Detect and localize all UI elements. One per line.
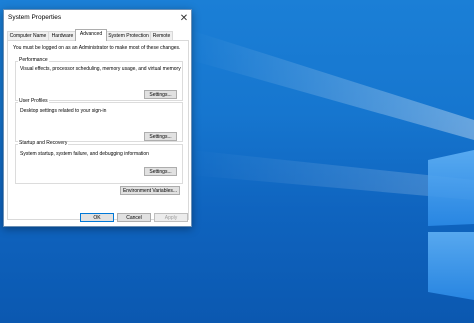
startup-recovery-description: System startup, system failure, and debu… — [20, 151, 149, 157]
performance-group: Performance Visual effects, processor sc… — [15, 57, 183, 101]
system-properties-dialog: System Properties ✕ Computer Name Hardwa… — [3, 9, 192, 227]
window-title: System Properties — [8, 14, 62, 21]
startup-recovery-title: Startup and Recovery — [18, 140, 69, 146]
performance-title: Performance — [18, 57, 49, 63]
performance-settings-button[interactable]: Settings... — [144, 90, 177, 99]
environment-variables-button[interactable]: Environment Variables... — [120, 186, 180, 195]
windows-logo-pane — [428, 232, 474, 300]
user-profiles-title: User Profiles — [18, 98, 49, 104]
cancel-button[interactable]: Cancel — [117, 213, 151, 222]
tab-advanced[interactable]: Advanced — [75, 29, 107, 41]
apply-button[interactable]: Apply — [154, 213, 188, 222]
ok-button[interactable]: OK — [80, 213, 114, 222]
light-beam — [190, 30, 474, 140]
user-profiles-settings-button[interactable]: Settings... — [144, 132, 177, 141]
user-profiles-description: Desktop settings related to your sign-in — [20, 108, 107, 114]
windows-logo-pane — [428, 150, 474, 226]
user-profiles-group: User Profiles Desktop settings related t… — [15, 98, 183, 142]
admin-note: You must be logged on as an Administrato… — [13, 45, 181, 51]
close-icon[interactable]: ✕ — [178, 12, 190, 25]
title-bar[interactable]: System Properties ✕ — [4, 10, 191, 29]
startup-recovery-group: Startup and Recovery System startup, sys… — [15, 140, 183, 184]
performance-description: Visual effects, processor scheduling, me… — [20, 66, 181, 72]
startup-recovery-settings-button[interactable]: Settings... — [144, 167, 177, 176]
